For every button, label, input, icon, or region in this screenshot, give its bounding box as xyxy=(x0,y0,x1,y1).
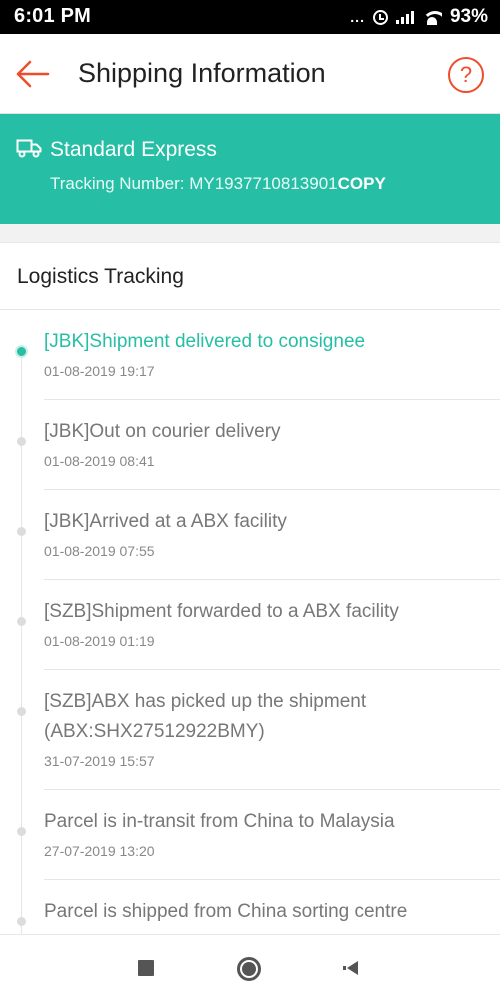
timeline-dot-active xyxy=(15,345,28,358)
question-circle-icon: ? xyxy=(459,62,473,87)
help-button[interactable]: ? xyxy=(448,57,484,93)
shipping-banner: Standard Express Tracking Number: MY1937… xyxy=(0,114,500,224)
divider xyxy=(44,789,500,790)
event-description: [JBK]Out on courier delivery xyxy=(44,421,281,442)
timeline-dot xyxy=(17,917,26,926)
divider xyxy=(44,669,500,670)
divider xyxy=(44,399,500,400)
event-time: 01-08-2019 19:17 xyxy=(44,363,155,379)
shipping-method: Standard Express xyxy=(50,138,217,161)
divider xyxy=(0,309,500,310)
logistics-card: Logistics Tracking [JBK]Shipment deliver… xyxy=(0,242,500,951)
wifi-icon xyxy=(421,9,442,25)
tracking-label: Tracking Number: xyxy=(50,174,190,193)
arrow-left-icon xyxy=(16,60,50,88)
truck-icon xyxy=(16,139,42,158)
divider xyxy=(44,579,500,580)
recent-apps-button[interactable] xyxy=(138,960,154,976)
status-time: 6:01 PM xyxy=(14,5,91,27)
event-description: Parcel is in-transit from China to Malay… xyxy=(44,811,395,832)
signal-icon xyxy=(395,10,414,24)
back-triangle-icon[interactable] xyxy=(342,959,360,977)
divider xyxy=(44,489,500,490)
event-description: Parcel is shipped from China sorting cen… xyxy=(44,901,408,922)
status-bar: 6:01 PM ... 93% xyxy=(0,0,500,34)
tracking-number: MY1937710813901 xyxy=(189,174,338,193)
timeline-dot xyxy=(17,527,26,536)
logistics-title: Logistics Tracking xyxy=(17,265,184,288)
event-description: [JBK]Arrived at a ABX facility xyxy=(44,511,287,532)
event-time: 31-07-2019 15:57 xyxy=(44,753,155,769)
event-description: [JBK]Shipment delivered to consignee xyxy=(44,331,366,352)
timeline-dot xyxy=(17,827,26,836)
home-button[interactable] xyxy=(237,957,261,981)
tracking-info: Tracking Number: MY1937710813901COPY xyxy=(50,174,386,194)
timeline-dot xyxy=(17,707,26,716)
back-button[interactable] xyxy=(10,52,58,96)
divider xyxy=(44,879,500,880)
copy-button[interactable]: COPY xyxy=(338,174,386,193)
battery-level: 93% xyxy=(449,6,488,27)
system-nav-bar xyxy=(0,934,500,1000)
event-description: [SZB]Shipment forwarded to a ABX facilit… xyxy=(44,601,399,622)
event-description: [SZB]ABX has picked up the shipment (ABX… xyxy=(44,691,367,742)
timeline-dot xyxy=(17,617,26,626)
event-time: 01-08-2019 01:19 xyxy=(44,633,155,649)
event-time: 01-08-2019 08:41 xyxy=(44,453,155,469)
alarm-icon xyxy=(372,9,388,25)
event-time: 01-08-2019 07:55 xyxy=(44,543,155,559)
page-title: Shipping Information xyxy=(78,58,326,88)
status-icons: ... 93% xyxy=(350,4,488,30)
timeline-dot xyxy=(17,437,26,446)
app-header: Shipping Information ? xyxy=(0,34,500,114)
notification-dots-icon: ... xyxy=(350,9,365,25)
event-time: 27-07-2019 13:20 xyxy=(44,843,155,859)
